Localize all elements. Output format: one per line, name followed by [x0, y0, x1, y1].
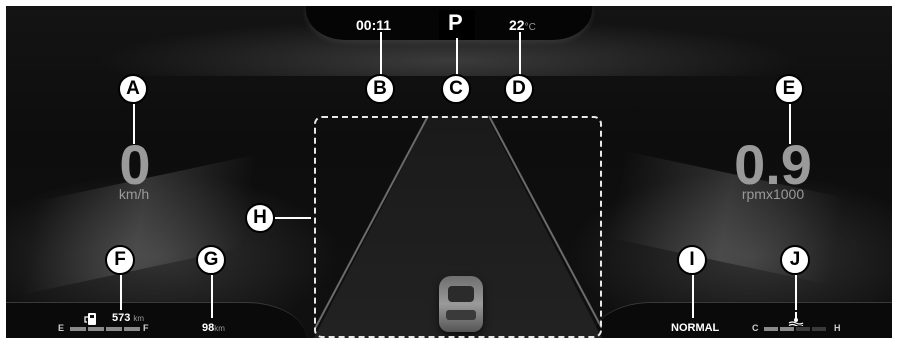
callout-f-leader: [120, 275, 122, 310]
fuel-range: 573 km: [112, 312, 144, 324]
callout-a: A: [118, 74, 148, 104]
coolant-segment: [796, 327, 810, 331]
coolant-segment: [812, 327, 826, 331]
fuel-range-value: 573: [112, 312, 131, 324]
trip-value: 98: [202, 322, 215, 334]
callout-b: B: [365, 74, 395, 104]
driving-view-highlight-frame: [314, 116, 602, 338]
callout-g: G: [196, 245, 226, 275]
coolant-cold-label: C: [752, 323, 759, 333]
callout-j: J: [780, 245, 810, 275]
callout-b-leader: [380, 32, 382, 76]
speed-unit: km/h: [118, 186, 150, 202]
callout-e-leader: [789, 104, 791, 144]
rpm-unit: rpmx1000: [741, 186, 805, 202]
callout-i: I: [677, 245, 707, 275]
temperature-unit: °C: [524, 22, 536, 33]
callout-c: C: [441, 74, 471, 104]
trip-distance: 98km: [202, 322, 225, 334]
fuel-segment: [124, 327, 140, 331]
callout-i-leader: [692, 275, 694, 318]
bottom-right-bezel: [592, 302, 892, 338]
callout-f: F: [105, 245, 135, 275]
gear-indicator: P: [448, 10, 463, 35]
trip-unit: km: [214, 324, 225, 333]
callout-h-leader: [275, 217, 311, 219]
fuel-level-bar: [70, 327, 140, 331]
fuel-full-label: F: [143, 323, 149, 333]
coolant-segment: [780, 327, 794, 331]
callout-h: H: [245, 203, 275, 233]
callout-d-leader: [519, 32, 521, 76]
fuel-empty-label: E: [58, 323, 65, 333]
callout-a-leader: [133, 104, 135, 144]
coolant-temperature-icon: [788, 312, 804, 326]
drive-mode: NORMAL: [671, 322, 720, 334]
outside-temperature: 22°C: [509, 17, 536, 33]
clock: 00:11: [356, 17, 392, 33]
coolant-level-bar: [764, 327, 826, 331]
fuel-segment: [106, 327, 122, 331]
callout-c-leader: [456, 38, 458, 76]
callout-e: E: [774, 74, 804, 104]
temperature-value: 22: [509, 17, 525, 33]
fuel-range-unit: km: [133, 314, 145, 323]
fuel-segment: [88, 327, 104, 331]
callout-d: D: [504, 74, 534, 104]
coolant-segment: [764, 327, 778, 331]
bottom-left-bezel: [6, 302, 306, 338]
coolant-hot-label: H: [834, 323, 841, 333]
fuel-segment: [70, 327, 86, 331]
callout-g-leader: [211, 275, 213, 318]
callout-j-leader: [795, 275, 797, 310]
fuel-pump-icon: [84, 313, 96, 325]
